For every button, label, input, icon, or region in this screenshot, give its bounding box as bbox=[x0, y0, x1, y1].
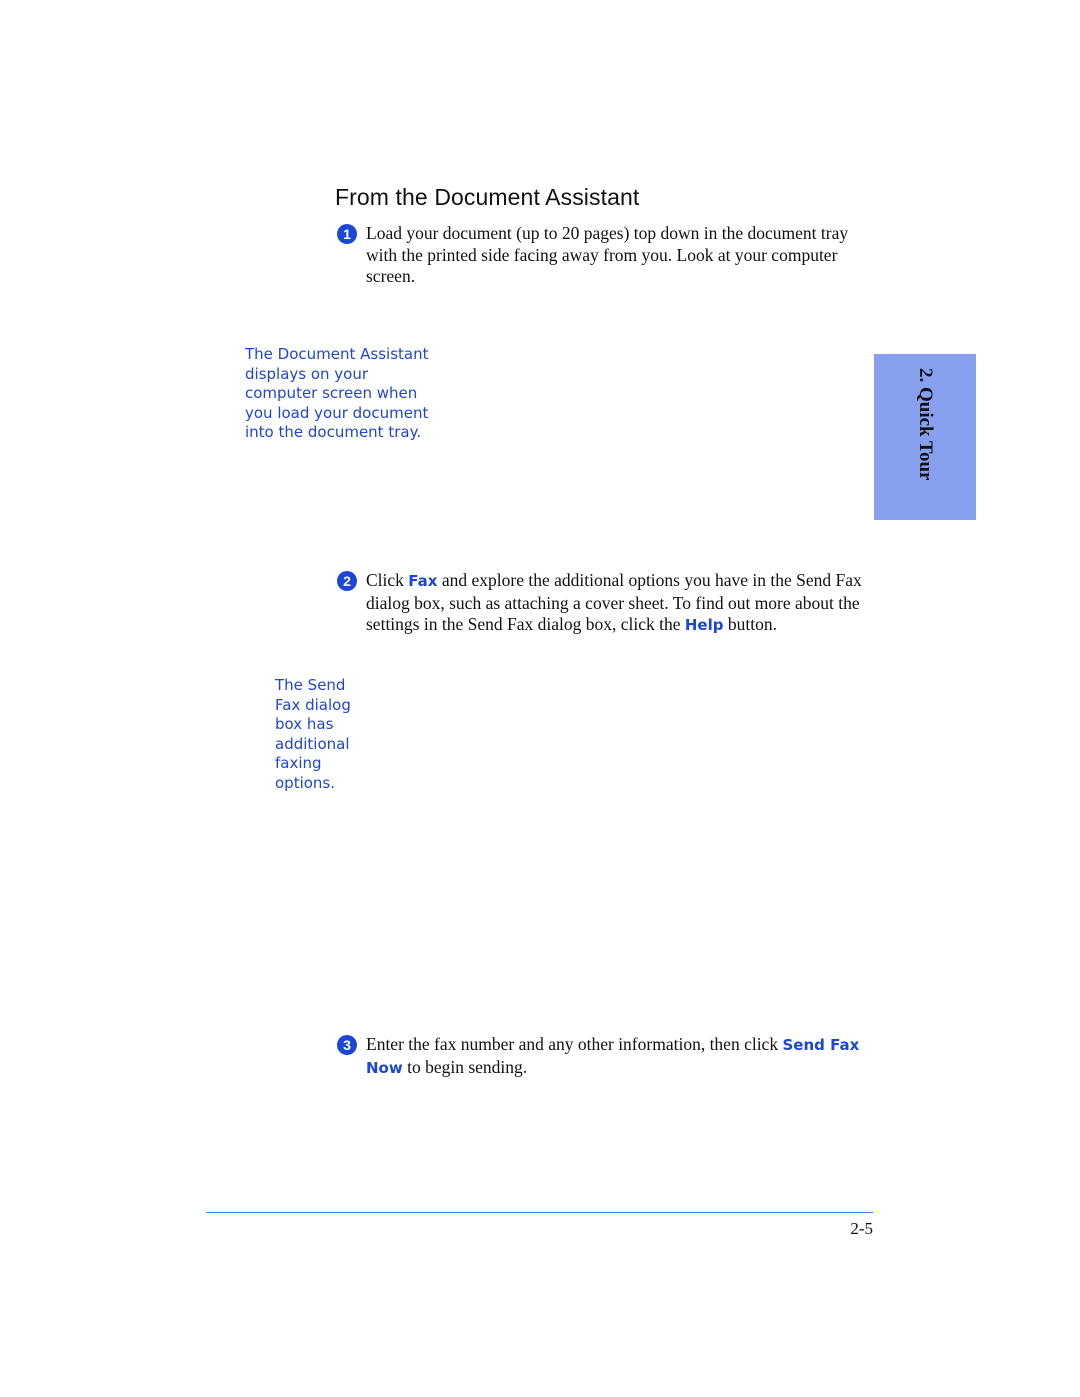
step-number-icon: 2 bbox=[337, 571, 357, 591]
note-line: you load your document bbox=[245, 403, 429, 422]
note-line: faxing bbox=[275, 754, 322, 772]
step-2-text: Click Fax and explore the additional opt… bbox=[366, 570, 862, 634]
sidebar-note-document-assistant: The Document Assistant displays on your … bbox=[245, 345, 428, 443]
step-3: 3 Enter the fax number and any other inf… bbox=[337, 1034, 877, 1079]
step-2: 2 Click Fax and explore the additional o… bbox=[337, 570, 877, 637]
sidebar-note-send-fax: The Send Fax dialog box has additional f… bbox=[275, 676, 351, 793]
page-number: 2-5 bbox=[850, 1219, 873, 1238]
note-line: Fax dialog bbox=[275, 695, 351, 714]
note-line: displays on your bbox=[245, 364, 369, 383]
manual-page: From the Document Assistant 1 Load your … bbox=[0, 0, 1080, 1397]
step-1-text: Load your document (up to 20 pages) top … bbox=[366, 223, 849, 286]
chapter-tab-label: 2. Quick Tour bbox=[915, 368, 936, 481]
note-line: box has bbox=[275, 715, 334, 733]
fax-button-reference: Fax bbox=[408, 572, 438, 590]
section-title: From the Document Assistant bbox=[335, 184, 640, 210]
note-line: The Send bbox=[275, 676, 346, 694]
chapter-tab: 2. Quick Tour bbox=[874, 354, 976, 520]
step-number-icon: 1 bbox=[337, 224, 357, 244]
step-1: 1 Load your document (up to 20 pages) to… bbox=[337, 223, 877, 288]
note-line: computer screen when bbox=[245, 384, 418, 402]
step-number-icon: 3 bbox=[337, 1035, 357, 1055]
note-line: The Document Assistant bbox=[245, 345, 429, 363]
footer-divider bbox=[206, 1212, 873, 1213]
note-line: into the document tray. bbox=[245, 423, 422, 441]
help-button-reference: Help bbox=[684, 616, 724, 634]
note-line: options. bbox=[275, 773, 336, 792]
step-3-text: Enter the fax number and any other infor… bbox=[366, 1034, 860, 1077]
note-line: additional bbox=[275, 734, 350, 753]
